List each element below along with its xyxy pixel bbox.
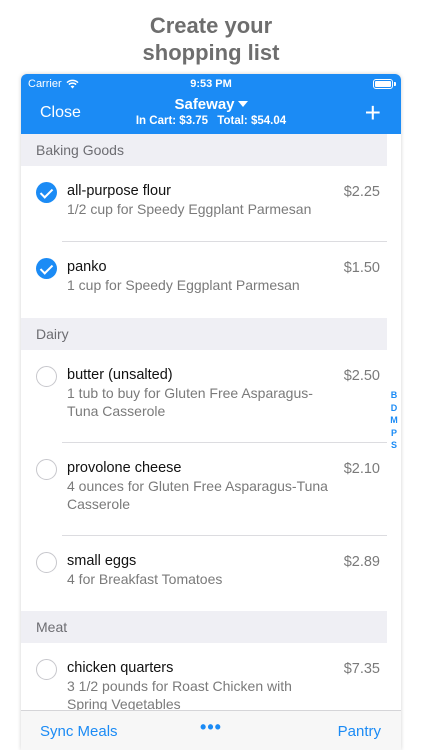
item-description: 1/2 cup for Speedy Eggplant Parmesan (67, 201, 312, 217)
section-header-meat: Meat (21, 611, 387, 643)
list-item[interactable]: provolone cheese 4 ounces for Gluten Fre… (21, 443, 387, 535)
status-time: 9:53 PM (190, 78, 232, 90)
checked-circle-icon[interactable] (36, 182, 57, 203)
section-index: B D M P S (388, 389, 400, 452)
item-name: butter (unsalted) (67, 367, 173, 383)
list-item[interactable]: panko 1 cup for Speedy Eggplant Parmesan… (21, 242, 387, 318)
unchecked-circle-icon[interactable] (36, 366, 57, 387)
item-name: chicken quarters (67, 660, 174, 676)
index-letter-m[interactable]: M (388, 414, 400, 427)
item-description: 1 tub to buy for Gluten Free Asparagus-T… (67, 385, 313, 419)
item-price: $7.35 (343, 661, 380, 677)
item-description: 3 1/2 pounds for Roast Chicken with Spri… (67, 678, 292, 712)
store-name: Safeway (174, 96, 235, 113)
pantry-button[interactable]: Pantry (338, 723, 381, 740)
item-name: provolone cheese (67, 460, 182, 476)
index-letter-d[interactable]: D (388, 402, 400, 415)
chevron-down-icon (237, 101, 248, 107)
item-price: $2.10 (343, 461, 380, 477)
index-letter-s[interactable]: S (388, 439, 400, 452)
item-price: $1.50 (343, 260, 380, 276)
promo-line-2: shopping list (142, 40, 280, 65)
list-item[interactable]: all-purpose flour 1/2 cup for Speedy Egg… (21, 166, 387, 241)
index-letter-p[interactable]: P (388, 427, 400, 440)
shopping-list: Baking Goods all-purpose flour 1/2 cup f… (21, 134, 387, 735)
store-selector[interactable]: Safeway (21, 96, 401, 113)
item-price: $2.25 (343, 184, 380, 200)
promo-line-1: Create your (149, 13, 273, 38)
item-description: 4 ounces for Gluten Free Asparagus-Tuna … (67, 478, 328, 512)
list-item[interactable]: small eggs 4 for Breakfast Tomatoes $2.8… (21, 536, 387, 611)
section-header-dairy: Dairy (21, 318, 387, 350)
in-cart-total: In Cart: $3.75 (135, 115, 209, 127)
unchecked-circle-icon[interactable] (36, 552, 57, 573)
item-price: $2.89 (343, 554, 380, 570)
checked-circle-icon[interactable] (36, 258, 57, 279)
more-options-icon[interactable]: ••• (200, 717, 222, 737)
status-bar: Carrier 9:53 PM (21, 78, 401, 92)
unchecked-circle-icon[interactable] (36, 659, 57, 680)
item-name: all-purpose flour (67, 183, 171, 199)
item-description: 4 for Breakfast Tomatoes (67, 571, 223, 587)
item-price: $2.50 (343, 368, 380, 384)
grand-total: Total: $54.04 (217, 115, 287, 127)
item-description: 1 cup for Speedy Eggplant Parmesan (67, 277, 300, 293)
item-name: panko (67, 259, 107, 275)
bottom-toolbar: Sync Meals ••• Pantry (21, 710, 401, 750)
navigation-bar: Carrier 9:53 PM Close Safeway In Cart: $… (21, 74, 401, 134)
promo-caption: Create your shopping list (0, 12, 422, 66)
section-header-baking-goods: Baking Goods (21, 134, 387, 166)
phone-screen: Carrier 9:53 PM Close Safeway In Cart: $… (21, 74, 401, 750)
cart-totals: In Cart: $3.75 Total: $54.04 (21, 115, 401, 127)
battery-nub (394, 82, 396, 86)
item-name: small eggs (67, 553, 137, 569)
list-item[interactable]: butter (unsalted) 1 tub to buy for Glute… (21, 350, 387, 442)
unchecked-circle-icon[interactable] (36, 459, 57, 480)
index-letter-b[interactable]: B (388, 389, 400, 402)
battery-icon (373, 79, 393, 89)
add-item-button[interactable]: + (365, 99, 381, 127)
